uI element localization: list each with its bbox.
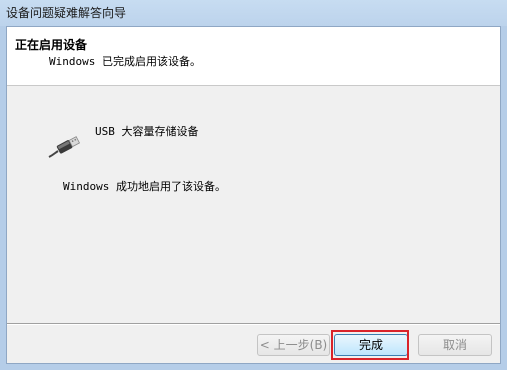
title-bar[interactable]: 设备问题疑难解答向导: [0, 0, 507, 26]
footer-divider: [7, 323, 500, 325]
highlight-box: [331, 330, 409, 360]
wizard-window: 设备问题疑难解答向导 正在启用设备 Windows 已完成启用该设备。 USB …: [0, 0, 507, 370]
page-title: 正在启用设备: [15, 38, 88, 52]
status-message: Windows 成功地启用了该设备。: [63, 180, 226, 193]
cancel-button[interactable]: 取消: [418, 334, 492, 356]
window-title: 设备问题疑难解答向导: [6, 6, 127, 20]
usb-plug-icon: [47, 131, 81, 161]
device-name: USB 大容量存储设备: [95, 125, 199, 138]
wizard-header: 正在启用设备 Windows 已完成启用该设备。: [7, 27, 500, 86]
page-subtitle: Windows 已完成启用该设备。: [49, 55, 201, 68]
back-button[interactable]: < 上一步(B): [257, 334, 330, 356]
wizard-client-area: 正在启用设备 Windows 已完成启用该设备。 USB 大容量存储设备 Win…: [6, 26, 501, 364]
